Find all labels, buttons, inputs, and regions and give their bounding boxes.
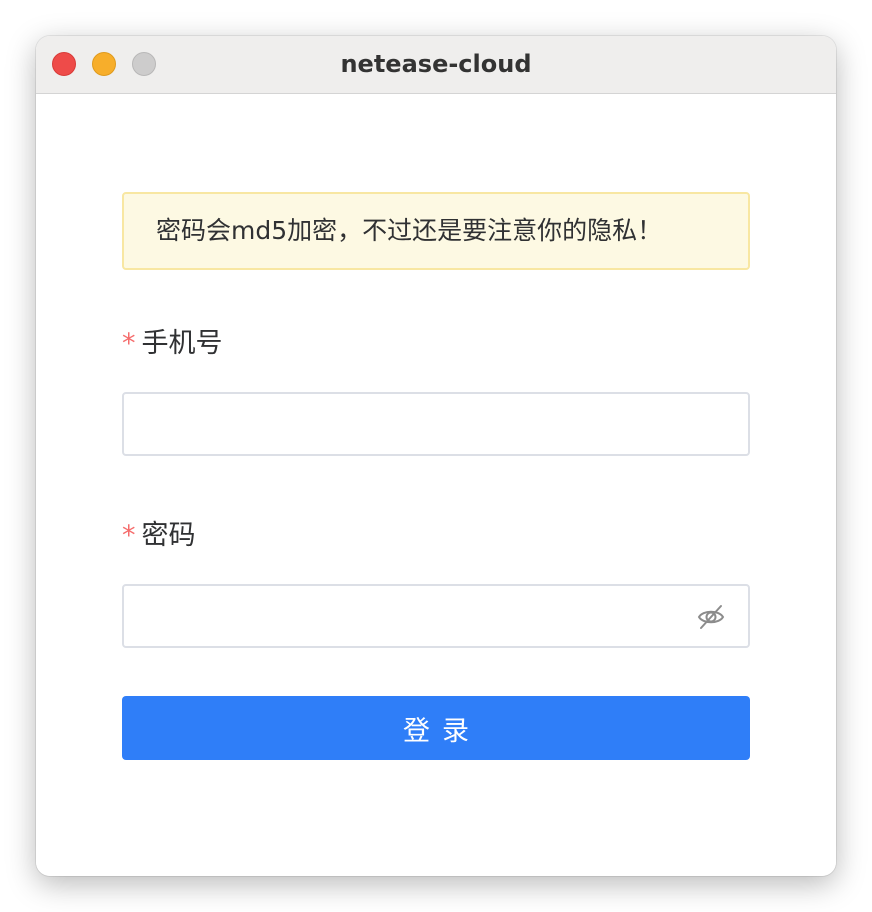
password-input[interactable] xyxy=(122,584,750,648)
login-button[interactable]: 登录 xyxy=(122,696,750,760)
phone-label: * 手机号 xyxy=(122,324,223,364)
phone-input[interactable] xyxy=(122,392,750,456)
login-form: 密码会md5加密，不过还是要注意你的隐私！ * 手机号 * 密码 登录 xyxy=(36,94,836,876)
password-label: * 密码 xyxy=(122,516,196,556)
window-title: netease-cloud xyxy=(340,50,532,78)
phone-label-text: 手机号 xyxy=(141,328,223,359)
eye-off-icon[interactable] xyxy=(696,602,726,632)
password-label-text: 密码 xyxy=(141,520,196,551)
title-bar[interactable]: netease-cloud xyxy=(36,36,836,94)
required-mark: * xyxy=(122,520,136,551)
required-mark: * xyxy=(122,328,136,359)
privacy-notice: 密码会md5加密，不过还是要注意你的隐私！ xyxy=(122,192,750,270)
app-window: netease-cloud 密码会md5加密，不过还是要注意你的隐私！ * 手机号… xyxy=(36,36,836,876)
